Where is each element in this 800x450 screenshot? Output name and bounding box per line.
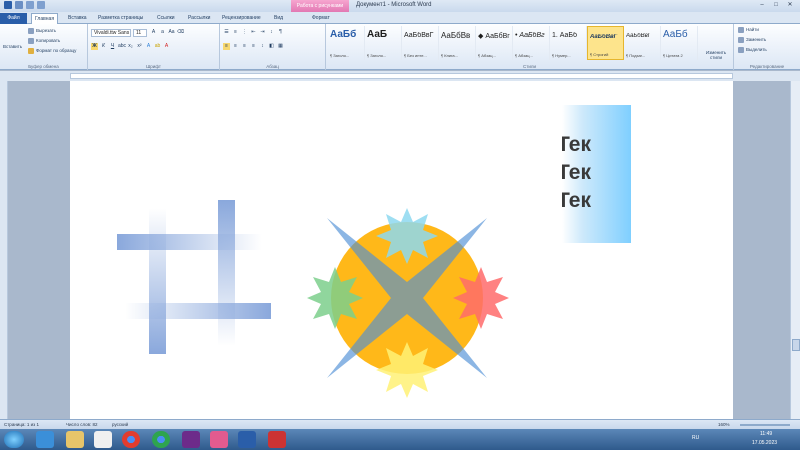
- textbox-line[interactable]: Тек: [562, 161, 591, 185]
- word-count[interactable]: Число слов: 82: [66, 422, 98, 427]
- clock-time[interactable]: 11:49: [760, 431, 772, 437]
- archiver-icon[interactable]: [182, 431, 200, 448]
- composite-star-shape[interactable]: [307, 208, 509, 398]
- scrollbar-thumb[interactable]: [792, 339, 800, 351]
- clock-date[interactable]: 17.05.2023: [752, 440, 777, 446]
- chrome-icon[interactable]: [122, 431, 140, 448]
- language-indicator[interactable]: русский: [112, 422, 128, 427]
- system-tray: RU 11:49 17.05.2023: [690, 429, 800, 450]
- gradient-text-box[interactable]: Тек Тек Тек: [562, 105, 631, 243]
- bar-top[interactable]: [117, 234, 262, 250]
- zoom-level[interactable]: 160%: [718, 422, 730, 427]
- explorer-icon[interactable]: [66, 431, 84, 448]
- taskbar: RU 11:49 17.05.2023: [0, 429, 800, 450]
- word-taskbar-icon[interactable]: [238, 431, 256, 448]
- bar-right[interactable]: [218, 200, 235, 346]
- input-language[interactable]: RU: [692, 435, 699, 441]
- chrome-app-icon[interactable]: [152, 431, 170, 448]
- start-button[interactable]: [4, 431, 24, 448]
- bar-bottom[interactable]: [125, 303, 271, 319]
- textbox-line[interactable]: Тек: [562, 189, 591, 213]
- textbox-line[interactable]: Тек: [562, 133, 591, 157]
- vertical-scrollbar[interactable]: [790, 81, 800, 419]
- zoom-slider[interactable]: [740, 424, 790, 426]
- ie-icon[interactable]: [36, 431, 54, 448]
- drawing-canvas: [117, 200, 509, 398]
- bar-left[interactable]: [149, 208, 166, 354]
- page-count[interactable]: Страница: 1 из 1: [4, 422, 39, 427]
- media-player-icon[interactable]: [94, 431, 112, 448]
- gradient-bars-shape[interactable]: [117, 200, 271, 354]
- pdf-icon[interactable]: [268, 431, 286, 448]
- status-bar: Страница: 1 из 1 Число слов: 82 русский …: [0, 419, 800, 429]
- paint-icon[interactable]: [210, 431, 228, 448]
